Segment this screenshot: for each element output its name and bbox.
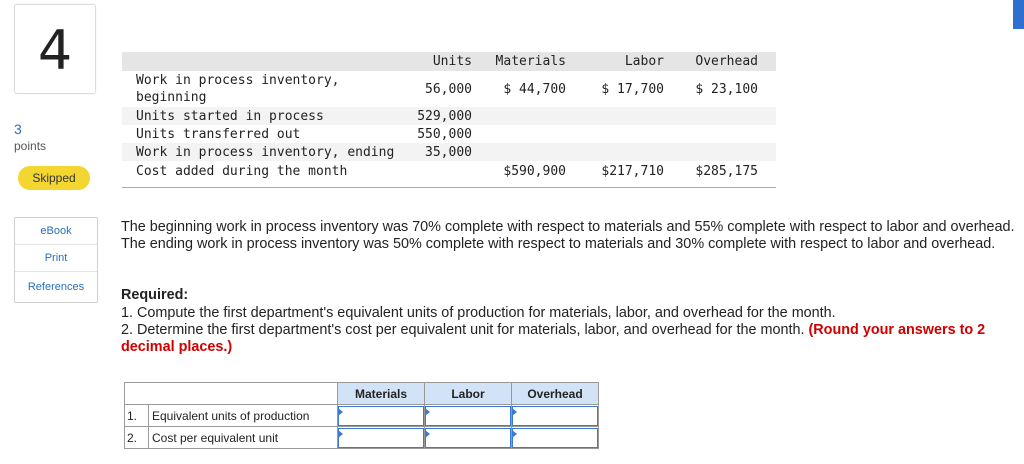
question-number: 4: [37, 19, 73, 82]
row-overhead: [664, 107, 776, 125]
equivalent-units-labor-input[interactable]: [425, 405, 511, 426]
row-labor: $217,710: [601, 163, 664, 179]
input-marker-icon: [338, 408, 343, 416]
row-overhead: $285,175: [695, 163, 758, 179]
row-materials: [478, 125, 570, 143]
required-item-1: 1. Compute the first department's equiva…: [121, 305, 836, 321]
row-overhead: [664, 125, 776, 143]
answer-cell: [511, 404, 599, 427]
row-units: 529,000: [417, 108, 472, 124]
answer-row-label: Cost per equivalent unit: [148, 426, 338, 449]
input-marker-icon: [512, 408, 517, 416]
answer-row-number: 2.: [124, 426, 149, 449]
skipped-badge: Skipped: [18, 166, 90, 190]
row-label-line1: Work in process inventory,: [136, 73, 340, 88]
table-row: Work in process inventory, ending 35,000: [122, 143, 776, 161]
row-units: 35,000: [425, 144, 472, 160]
answer-header-row: Materials Labor Overhead: [124, 382, 599, 405]
equivalent-units-overhead-input[interactable]: [512, 405, 598, 426]
row-labor: $ 17,700: [601, 81, 664, 97]
row-overhead: $ 23,100: [695, 81, 758, 97]
row-label: Cost added during the month: [136, 163, 348, 179]
row-units: 550,000: [417, 126, 472, 142]
answer-cell: [511, 426, 599, 449]
ebook-link[interactable]: eBook: [15, 218, 97, 245]
header-overhead: Overhead: [695, 54, 758, 69]
row-label: Work in process inventory, beginning: [122, 71, 402, 107]
required-item-2: 2. Determine the first department's cost…: [121, 322, 1024, 356]
row-materials: $590,900: [503, 163, 566, 179]
answer-header-labor: Labor: [424, 382, 512, 405]
corner-tab[interactable]: [1013, 0, 1024, 29]
row-label-line2: beginning: [136, 90, 207, 105]
answer-row-label: Equivalent units of production: [148, 404, 338, 427]
answer-cell: [337, 404, 425, 427]
row-overhead: [664, 143, 776, 161]
row-units: 56,000: [425, 81, 472, 97]
points-value: 3: [14, 121, 22, 137]
question-number-box: 4: [14, 4, 96, 94]
answer-header-blank: [124, 382, 338, 405]
row-labor: [570, 143, 664, 161]
problem-paragraph: The beginning work in process inventory …: [121, 219, 1015, 252]
row-label: Work in process inventory, ending: [136, 144, 395, 160]
cost-data-table: Units Materials Labor Overhead Work in p…: [122, 52, 776, 181]
resources-panel: eBook Print References: [14, 217, 98, 303]
required-heading: Required:: [121, 287, 189, 303]
answer-header-materials: Materials: [337, 382, 425, 405]
answer-table: Materials Labor Overhead 1. Equivalent u…: [124, 382, 599, 449]
input-marker-icon: [425, 408, 430, 416]
cost-per-unit-materials-input[interactable]: [338, 427, 424, 448]
table-row: Units started in process 529,000: [122, 107, 776, 125]
row-units: [402, 161, 478, 181]
table-bottom-rule: [122, 187, 776, 188]
answer-cell: [337, 426, 425, 449]
table-row: Cost added during the month $590,900 $21…: [122, 161, 776, 181]
references-link[interactable]: References: [15, 272, 97, 302]
answer-header-overhead: Overhead: [511, 382, 599, 405]
answer-row-cost-per-unit: 2. Cost per equivalent unit: [124, 426, 599, 449]
print-link[interactable]: Print: [15, 245, 97, 272]
required-item-2-text: 2. Determine the first department's cost…: [121, 322, 805, 338]
input-marker-icon: [512, 430, 517, 438]
required-list: 1. Compute the first department's equiva…: [121, 305, 1024, 356]
answer-cell: [424, 404, 512, 427]
row-materials: [478, 143, 570, 161]
equivalent-units-materials-input[interactable]: [338, 405, 424, 426]
header-materials: Materials: [495, 54, 566, 69]
answer-cell: [424, 426, 512, 449]
cost-per-unit-overhead-input[interactable]: [512, 427, 598, 448]
answer-row-number: 1.: [124, 404, 149, 427]
row-labor: [570, 107, 664, 125]
row-labor: [570, 125, 664, 143]
header-units: Units: [432, 54, 472, 69]
header-labor: Labor: [624, 54, 664, 69]
cost-per-unit-labor-input[interactable]: [425, 427, 511, 448]
table-row: Units transferred out 550,000: [122, 125, 776, 143]
answer-row-equivalent-units: 1. Equivalent units of production: [124, 404, 599, 427]
table-row: Work in process inventory, beginning 56,…: [122, 71, 776, 107]
row-label: Units started in process: [136, 108, 324, 124]
row-materials: $ 44,700: [503, 81, 566, 97]
row-label: Units transferred out: [136, 126, 301, 142]
input-marker-icon: [338, 430, 343, 438]
points-label: points: [14, 139, 47, 153]
header-blank: [122, 52, 402, 71]
row-materials: [478, 107, 570, 125]
table-header-row: Units Materials Labor Overhead: [122, 52, 776, 71]
input-marker-icon: [425, 430, 430, 438]
